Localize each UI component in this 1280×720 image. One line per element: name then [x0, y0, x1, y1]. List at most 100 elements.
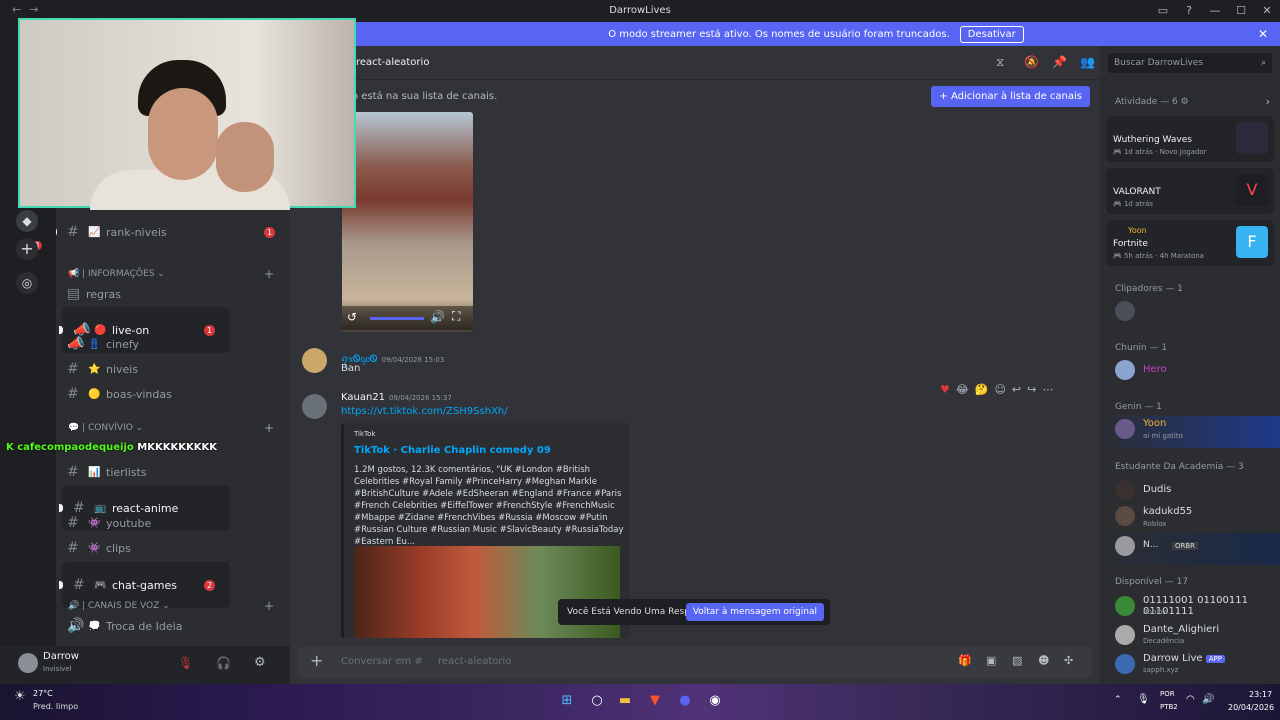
apps-icon[interactable]: ✣ [1064, 654, 1073, 667]
mic-muted-icon[interactable]: 🎙 [178, 656, 193, 670]
hash-icon: # [67, 386, 79, 402]
headphones-muted-icon[interactable]: 🎧 [216, 656, 231, 670]
reply-icon[interactable]: ↩ [1012, 383, 1021, 396]
heart-reaction-icon[interactable]: ♥ [940, 383, 950, 396]
channel-cinefy[interactable]: 📣 👖 cinefy [56, 332, 290, 356]
replay-icon[interactable]: ↺ [347, 310, 357, 324]
embed-title[interactable]: TikTok · Charlie Chaplin comedy 09 [354, 445, 551, 456]
game-name: Wuthering Waves [1113, 135, 1192, 145]
activity-header[interactable]: Atividade — 6 ⚙ [1115, 97, 1189, 107]
search-input[interactable]: Buscar DarrowLives ⌕ [1108, 53, 1272, 73]
bell-off-icon[interactable]: 🔕 [1024, 55, 1039, 69]
add-reaction-icon[interactable]: ☺ [994, 383, 1005, 396]
member-item[interactable]: N... ORBR [1100, 533, 1280, 565]
message-input[interactable]: + Conversar em # react-aleatorio 🎁 ▣ ▨ ☻… [298, 646, 1092, 678]
lang-2[interactable]: PTB2 [1160, 703, 1178, 711]
avatar[interactable] [18, 653, 38, 673]
member-item[interactable]: Dante_Alighieri Decadência [1100, 623, 1280, 655]
game-thumbnail [1236, 122, 1268, 154]
section-header: Estudante Da Academia — 3 [1115, 462, 1244, 472]
member-item[interactable]: kadukd55 Roblox [1100, 504, 1280, 536]
overlay-user: cafecompaodequeijo [17, 442, 134, 453]
category-convivio[interactable]: 💬 | CONVÍVIO ⌄ [68, 423, 143, 433]
minimize-button[interactable]: — [1202, 0, 1228, 22]
search-icon[interactable]: ○ [586, 690, 608, 712]
explore-icon[interactable]: ◎ [16, 272, 38, 294]
lang-1[interactable]: POR [1160, 690, 1175, 698]
help-icon[interactable]: ? [1176, 0, 1202, 22]
windows-start-icon[interactable]: ⊞ [556, 690, 578, 712]
folder-icon[interactable]: ▬ [614, 690, 636, 712]
forward-icon[interactable]: ↪ [1027, 383, 1036, 396]
weather-icon[interactable]: ☀ [14, 689, 26, 704]
brave-icon[interactable]: ▼ [644, 690, 666, 712]
discord-icon[interactable]: ● [674, 690, 696, 712]
inbox-icon[interactable]: ▭ [1150, 0, 1176, 22]
close-icon[interactable]: ✕ [1258, 27, 1268, 41]
add-channel-icon[interactable]: + [264, 267, 274, 281]
channel-rank-niveis[interactable]: # 📈 rank-niveis 1 [56, 220, 290, 244]
game-name: Fortnite [1113, 239, 1148, 249]
channel-emoji: ⭐ [88, 363, 101, 375]
channel-regras[interactable]: ▤ regras [56, 282, 290, 306]
tray-chevron-icon[interactable]: ⌃ [1114, 695, 1122, 705]
volume-icon[interactable]: 🔊 [1202, 694, 1214, 705]
channel-tierlists[interactable]: # 📊 tierlists [56, 460, 290, 484]
clock-date[interactable]: 20/04/2026 [1228, 703, 1274, 712]
activity-card[interactable]: VALORANT 🎮 1d atrás V [1106, 168, 1274, 214]
video-attachment[interactable] [342, 112, 473, 332]
member-item[interactable]: Yoon ai mi gatito [1100, 416, 1280, 448]
add-attachment-icon[interactable]: + [310, 651, 323, 670]
channel-youtube[interactable]: # 👾 youtube [56, 511, 290, 535]
video-progress[interactable] [370, 317, 424, 320]
maximize-button[interactable]: ☐ [1228, 0, 1254, 22]
channel-niveis[interactable]: # ⭐ niveis [56, 357, 290, 381]
member-name: Darrow Live APP [1143, 653, 1225, 664]
laugh-reaction-icon[interactable]: 😂 [956, 383, 969, 396]
clock-time[interactable]: 23:17 [1249, 690, 1272, 699]
add-server-icon[interactable]: + [16, 238, 38, 260]
add-channel-icon[interactable]: + [264, 599, 274, 613]
emoji-icon[interactable]: ☻ [1038, 654, 1049, 667]
jump-to-original-button[interactable]: Voltar à mensagem original [685, 603, 824, 621]
channel-emoji: 💭 [88, 620, 101, 632]
add-to-channels-button[interactable]: + Adicionar à lista de canais [931, 86, 1090, 107]
obs-icon[interactable]: ◉ [704, 690, 726, 712]
avatar[interactable] [1115, 301, 1135, 321]
channel-boas-vindas[interactable]: # 🟡 boas-vindas [56, 382, 290, 406]
channel-clips[interactable]: # 👾 clips [56, 536, 290, 560]
wifi-icon[interactable]: ◠ [1186, 694, 1195, 705]
category-info[interactable]: 📢 | INFORMAÇÕES ⌄ [68, 269, 165, 279]
member-item[interactable]: Hero [1100, 358, 1280, 390]
gift-icon[interactable]: 🎁 [958, 654, 972, 667]
close-button[interactable]: ✕ [1254, 0, 1280, 22]
activity-card[interactable]: Wuthering Waves 🎮 1d atrás · Novo Jogado… [1106, 116, 1274, 162]
think-reaction-icon[interactable]: 🤔 [975, 383, 989, 396]
add-channel-icon[interactable]: + [264, 421, 274, 435]
voice-channel-troca[interactable]: 🔊 💭 Troca de Ideia [56, 614, 290, 638]
mic-icon[interactable]: 🎙 [1137, 694, 1150, 705]
fullscreen-icon[interactable]: ⛶ [452, 309, 460, 324]
members-icon[interactable]: 👥 [1080, 55, 1095, 69]
sticker-icon[interactable]: ▨ [1012, 654, 1022, 667]
message-author[interactable]: Kauan21 09/04/2026 15:37 [341, 392, 452, 403]
member-item[interactable]: Darrow Live APP sapph.xyz [1100, 652, 1280, 684]
volume-icon[interactable]: 🔊 [430, 310, 445, 324]
threads-icon[interactable]: ⧖ [996, 55, 1004, 70]
member-name: Dudis [1143, 484, 1172, 495]
category-voz[interactable]: 🔊 | CANAIS DE VOZ ⌄ [68, 601, 170, 611]
avatar[interactable] [302, 348, 327, 373]
server-icon[interactable]: ◆ [16, 210, 38, 232]
avatar[interactable] [302, 394, 327, 419]
member-item[interactable]: 01111001 01100111 01101111 Roblox [1100, 594, 1280, 626]
chevron-right-icon[interactable]: › [1266, 95, 1270, 108]
gif-icon[interactable]: ▣ [986, 654, 996, 667]
pin-icon[interactable]: 📌 [1052, 55, 1067, 69]
more-icon[interactable]: ⋯ [1042, 383, 1053, 396]
message-link[interactable]: https://vt.tiktok.com/ZSH9SshXh/ [341, 406, 508, 417]
gear-icon[interactable]: ⚙ [254, 655, 266, 670]
disable-streamer-button[interactable]: Desativar [959, 25, 1024, 43]
activity-card[interactable]: Yoon Fortnite 🎮 5h atrás · 4h Maratona F [1106, 220, 1274, 266]
input-channel: react-aleatorio [438, 656, 512, 667]
channel-label: boas-vindas [106, 387, 172, 401]
